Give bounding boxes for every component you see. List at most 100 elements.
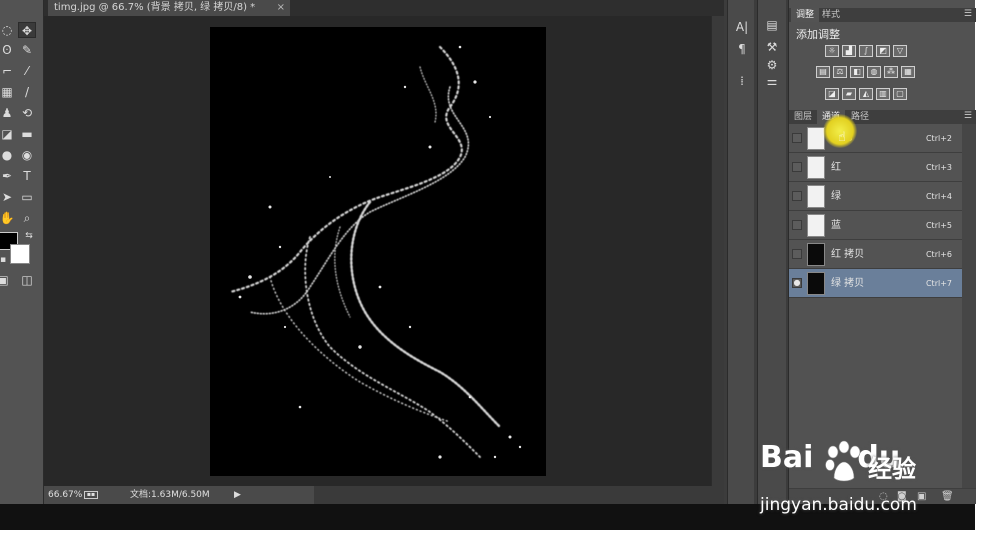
levels-icon[interactable]: ▟ — [842, 45, 856, 57]
channel-row-green[interactable]: 绿 Ctrl+4 — [789, 182, 962, 211]
zoom-tool-icon[interactable]: ⌕ — [18, 210, 36, 226]
panel-dock-2: ▤ ⚒ ⚙ ⚌ — [757, 0, 786, 504]
hue-saturation-icon[interactable]: ▤ — [816, 66, 830, 78]
tab-styles[interactable]: 样式 — [817, 8, 845, 22]
vertical-scrollbar[interactable] — [711, 16, 724, 486]
stamp-tool-icon[interactable]: ♟ — [0, 105, 16, 121]
photoshop-window: ◌ ✥ ʘ ✎ ⌐ ⁄ ▦ / ♟ ⟲ ◪ ▬ ● ◉ ✒ T ➤ ▭ ✋ ⌕ … — [0, 0, 976, 504]
zoom-preview-icon: ▪▪ — [84, 491, 98, 499]
posterize-icon[interactable]: ▰ — [842, 88, 856, 100]
background-color-swatch[interactable] — [10, 244, 30, 264]
channels-list: RGB Ctrl+2 红 Ctrl+3 绿 Ctrl+4 蓝 Ctrl+5 — [789, 124, 962, 298]
document-tab-title: timg.jpg @ 66.7% (背景 拷贝, 绿 拷贝/8) * — [54, 2, 256, 13]
exposure-icon[interactable]: ◩ — [876, 45, 890, 57]
vibrance-icon[interactable]: ▽ — [893, 45, 907, 57]
channel-mixer-icon[interactable]: ⁂ — [884, 66, 898, 78]
path-select-tool-icon[interactable]: ➤ — [0, 189, 16, 205]
blur-tool-icon[interactable]: ● — [0, 147, 16, 163]
black-white-icon[interactable]: ◧ — [850, 66, 864, 78]
crop-tool-icon[interactable]: ⌐ — [0, 63, 16, 79]
eyedropper-tool-icon[interactable]: ⁄ — [18, 63, 36, 79]
channels-tab-bar: 图层 通道 路径 ☰ — [789, 110, 976, 124]
selective-color-icon[interactable]: ▢ — [893, 88, 907, 100]
eraser-tool-icon[interactable]: ◪ — [0, 126, 16, 142]
channel-name: 红 拷贝 — [831, 249, 865, 260]
canvas-area[interactable] — [44, 16, 711, 486]
zoom-level[interactable]: 66.67% — [48, 486, 82, 504]
shape-tool-icon[interactable]: ▭ — [18, 189, 36, 205]
adjustments-tab-bar: 调整 样式 ☰ — [789, 8, 976, 22]
channel-row-red-copy[interactable]: 红 拷贝 Ctrl+6 — [789, 240, 962, 269]
marquee-tool-icon[interactable]: ◌ — [0, 22, 16, 38]
type-tool-icon[interactable]: T — [18, 168, 36, 184]
channel-row-red[interactable]: 红 Ctrl+3 — [789, 153, 962, 182]
pen-tool-icon[interactable]: ✒ — [0, 168, 16, 184]
channel-name: 蓝 — [831, 220, 841, 231]
move-tool-icon[interactable]: ✥ — [18, 22, 36, 38]
gradient-tool-icon[interactable]: ▬ — [18, 126, 36, 142]
channel-thumbnail — [807, 214, 825, 237]
channel-shortcut: Ctrl+2 — [925, 134, 952, 143]
tab-layers[interactable]: 图层 — [789, 110, 817, 124]
history-brush-tool-icon[interactable]: ⟲ — [18, 105, 36, 121]
channel-row-rgb[interactable]: RGB Ctrl+2 — [789, 124, 962, 153]
close-icon[interactable]: × — [277, 0, 285, 16]
visibility-toggle[interactable] — [792, 220, 802, 230]
status-bar: 66.67% ▪▪ 文档:1.63M/6.50M ▶ — [44, 486, 724, 504]
dodge-tool-icon[interactable]: ◉ — [18, 147, 36, 163]
document-tab[interactable]: timg.jpg @ 66.7% (背景 拷贝, 绿 拷贝/8) * × — [48, 0, 290, 16]
threshold-icon[interactable]: ◭ — [859, 88, 873, 100]
status-menu-arrow-icon[interactable]: ▶ — [234, 486, 241, 504]
photo-filter-icon[interactable]: ◍ — [867, 66, 881, 78]
actions-panel-icon[interactable]: ⚒ — [762, 38, 782, 56]
brightness-icon[interactable]: ☼ — [825, 45, 839, 57]
color-balance-icon[interactable]: ⚖ — [833, 66, 847, 78]
panel-menu-icon[interactable]: ☰ — [964, 9, 972, 19]
channels-scrollbar[interactable] — [962, 124, 976, 492]
channel-thumbnail — [807, 243, 825, 266]
brush-tool-icon[interactable]: / — [18, 84, 36, 100]
visibility-toggle[interactable] — [792, 162, 802, 172]
visibility-toggle[interactable] — [792, 191, 802, 201]
invert-icon[interactable]: ◪ — [825, 88, 839, 100]
tab-adjustments[interactable]: 调整 — [791, 8, 820, 22]
adjustment-row-1: ☼ ▟ ∫ ◩ ▽ — [825, 45, 907, 57]
paw-icon — [825, 440, 861, 482]
adjust-sliders-icon[interactable]: ⚌ — [762, 72, 782, 90]
baidu-jingyan-watermark: Bai du 经验 jingyan.baidu.com — [760, 440, 950, 520]
curves-icon[interactable]: ∫ — [859, 45, 873, 57]
gradient-map-icon[interactable]: ▥ — [876, 88, 890, 100]
adjustment-row-3: ◪ ▰ ◭ ▥ ▢ — [825, 88, 907, 100]
channels-menu-icon[interactable]: ☰ — [964, 111, 972, 121]
lasso-tool-icon[interactable]: ʘ — [0, 42, 16, 58]
channel-shortcut: Ctrl+5 — [925, 221, 952, 230]
channel-row-green-copy[interactable]: ● 绿 拷贝 Ctrl+7 — [789, 269, 962, 298]
channel-name: 绿 — [831, 191, 841, 202]
healing-tool-icon[interactable]: ▦ — [0, 84, 16, 100]
character-panel-icon[interactable]: A| — [732, 18, 752, 36]
horizontal-scrollbar[interactable] — [314, 486, 724, 504]
swap-colors-icon[interactable]: ⇆ — [20, 228, 38, 244]
channel-shortcut: Ctrl+3 — [925, 163, 952, 172]
history-panel-icon[interactable]: ▤ — [762, 16, 782, 34]
watermark-jingyan: 经验 — [868, 455, 916, 483]
channel-row-blue[interactable]: 蓝 Ctrl+5 — [789, 211, 962, 240]
quick-mask-icon[interactable]: ▣ — [0, 272, 12, 288]
default-colors-icon[interactable]: ▪ — [0, 252, 12, 268]
channel-shortcut: Ctrl+4 — [925, 192, 952, 201]
glyphs-panel-icon[interactable]: ⁞ — [732, 72, 752, 90]
screen-mode-icon[interactable]: ◫ — [18, 272, 36, 288]
paragraph-panel-icon[interactable]: ¶ — [732, 40, 752, 58]
right-panels: 调整 样式 ☰ 添加调整 ☼ ▟ ∫ ◩ ▽ ▤ ⚖ ◧ ◍ ⁂ ▦ ◪ ▰ ◭… — [788, 0, 976, 504]
hand-tool-icon[interactable]: ✋ — [0, 210, 16, 226]
color-lookup-icon[interactable]: ▦ — [901, 66, 915, 78]
water-splash-image — [228, 45, 522, 459]
channel-thumbnail — [807, 156, 825, 179]
visibility-toggle[interactable] — [792, 249, 802, 259]
eye-icon[interactable]: ● — [792, 278, 802, 288]
add-adjustment-title: 添加调整 — [796, 28, 840, 41]
visibility-toggle[interactable] — [792, 133, 802, 143]
document-image[interactable] — [210, 27, 546, 476]
quick-select-tool-icon[interactable]: ✎ — [18, 42, 36, 58]
document-tab-bar: timg.jpg @ 66.7% (背景 拷贝, 绿 拷贝/8) * × — [44, 0, 724, 16]
